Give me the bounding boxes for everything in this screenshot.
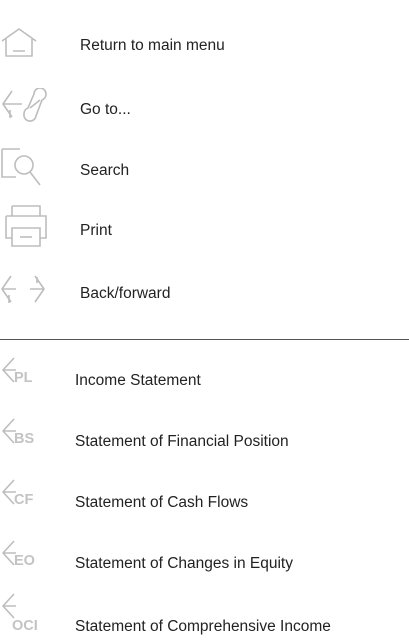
statement-code: OCI <box>12 618 38 634</box>
statement-label: Statement of Comprehensive Income <box>75 618 331 635</box>
statement-code: EO <box>14 553 35 569</box>
statement-label: Income Statement <box>75 372 201 389</box>
nav-go-to[interactable]: Go to... <box>0 84 409 132</box>
nav-back-forward-label: Back/forward <box>80 285 171 302</box>
statement-financial-position[interactable]: BS Statement of Financial Position <box>0 413 409 465</box>
nav-print[interactable]: Print <box>0 204 409 255</box>
nav-search[interactable]: Search <box>0 145 409 193</box>
link-arrow-icon <box>0 86 56 129</box>
statement-code: BS <box>14 431 35 447</box>
print-icon <box>0 204 52 255</box>
nav-search-label: Search <box>80 162 130 179</box>
nav-print-label: Print <box>80 222 112 239</box>
statement-label: Statement of Changes in Equity <box>75 555 293 572</box>
statement-cash-flows[interactable]: CF Statement of Cash Flows <box>0 474 409 526</box>
statement-code: PL <box>14 370 33 386</box>
forward-arrow-icon <box>24 275 48 310</box>
nav-go-to-label: Go to... <box>80 101 131 118</box>
section-divider <box>0 339 409 340</box>
nav-return-main-menu-label: Return to main menu <box>80 37 225 54</box>
statement-label: Statement of Cash Flows <box>75 494 249 511</box>
statement-label: Statement of Financial Position <box>75 433 289 450</box>
statement-income[interactable]: PL Income Statement <box>0 352 409 404</box>
back-arrow-icon <box>0 275 24 310</box>
nav-back-forward[interactable]: Back/forward <box>0 268 409 316</box>
nav-return-main-menu[interactable]: Return to main menu <box>0 20 409 68</box>
search-icon <box>0 147 44 192</box>
statement-code: CF <box>14 492 34 508</box>
statement-changes-equity[interactable]: EO Statement of Changes in Equity <box>0 535 409 587</box>
statement-comprehensive-income[interactable]: OCI Statement of Comprehensive Income <box>0 588 409 640</box>
home-icon <box>0 27 40 62</box>
